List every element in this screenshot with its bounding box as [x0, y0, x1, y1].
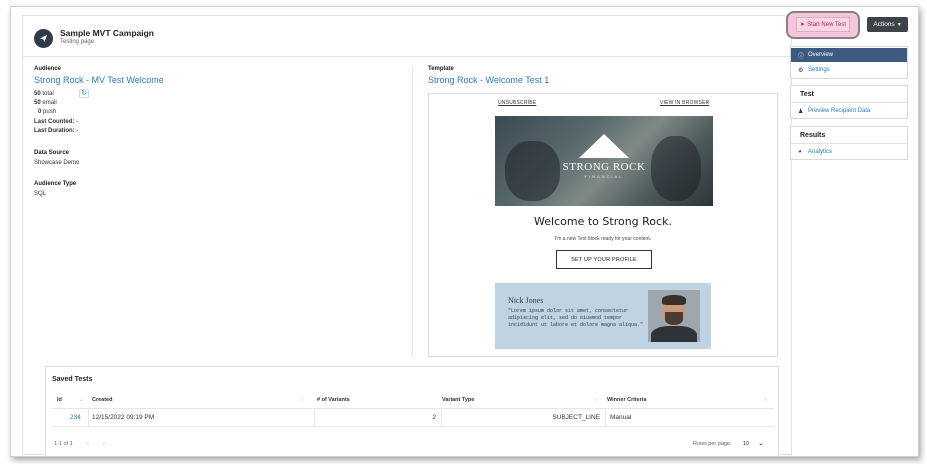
sidebar-test-group: Test ♟ Preview Recipient Data [790, 85, 908, 119]
signature-quote: "Lorem ipsum dolor sit amet, consectetur… [508, 308, 644, 328]
header-divider [23, 56, 791, 57]
col-id[interactable]: Id [57, 397, 62, 403]
refresh-icon[interactable]: ↻ [79, 89, 89, 98]
column-divider [412, 66, 413, 356]
data-source-value: Showcase Demo [34, 160, 80, 166]
actions-button[interactable]: Actions ▼ [867, 17, 908, 32]
sidebar-item-overview[interactable]: ⓘ Overview [791, 48, 907, 62]
info-circle-icon: ⓘ [798, 53, 805, 60]
rows-per-page-select[interactable]: 10 [743, 441, 749, 447]
pagination-info: 1-1 of 1 [54, 441, 73, 447]
sidebar-item-settings[interactable]: ⚙ Settings [791, 63, 907, 77]
hero-image: STRONG ROCK FINANCIAL [495, 116, 713, 206]
sort-icon[interactable]: ↑ [595, 397, 598, 403]
paper-plane-icon: ➤ [800, 22, 806, 28]
audience-total: 50 total [34, 91, 54, 97]
portrait-image [648, 290, 700, 342]
gear-icon: ⚙ [798, 67, 804, 74]
last-duration: Last Duration: - [34, 128, 79, 134]
last-counted: Last Counted: - [34, 119, 79, 125]
col-winner[interactable]: Winner Criteria [607, 397, 646, 403]
cell-id[interactable]: 234 [70, 414, 81, 421]
audience-push: 0 push [38, 109, 57, 115]
sort-icon[interactable]: ↑ [301, 397, 304, 403]
chevron-down-icon[interactable]: ⌄ [758, 439, 764, 447]
sidebar-item-analytics[interactable]: ◕ Analytics [791, 145, 907, 159]
audience-label: Audience [34, 66, 62, 72]
setup-profile-button[interactable]: SET UP YOUR PROFILE [556, 250, 652, 269]
page-subtitle: Testing page [60, 39, 95, 45]
col-created[interactable]: Created [92, 397, 112, 403]
email-heading: Welcome to Strong Rock. [534, 215, 672, 228]
sidebar-nav-group: ⓘ Overview ⚙ Settings [790, 46, 908, 79]
sort-desc-icon[interactable]: ⌄ [79, 397, 84, 403]
cell-variant-type: SUBJECT_LINE [552, 414, 600, 421]
users-icon: ♟ [798, 108, 804, 115]
app-window: Sample MVT Campaign Testing page Audienc… [10, 6, 919, 457]
mountain-logo-icon [579, 134, 629, 158]
page-title: Sample MVT Campaign [60, 28, 154, 38]
audience-type-value: SQL [34, 191, 47, 197]
brand-logo-text: STRONG ROCK [562, 161, 646, 173]
campaign-card: Sample MVT Campaign Testing page Audienc… [22, 15, 792, 456]
signature-name: Nick Jones [508, 296, 544, 305]
start-new-test-button[interactable]: ➤ Start New Test [796, 17, 850, 32]
email-preview: UNSUBSCRIBE VIEW IN BROWSER STRONG ROCK … [428, 93, 778, 357]
signature-block: Nick Jones "Lorem ipsum dolor sit amet, … [495, 283, 711, 349]
col-variants[interactable]: # of Variants [317, 397, 350, 403]
sidebar-test-header: Test [791, 87, 907, 103]
pie-chart-icon: ◕ [798, 149, 802, 155]
email-body-text: I'm a new Text block ready for your cont… [554, 236, 652, 242]
sidebar-results-header: Results [791, 128, 907, 144]
cell-variants: 2 [432, 414, 436, 421]
saved-tests-title: Saved Tests [52, 376, 93, 383]
col-variant-type[interactable]: Variant Type [442, 397, 474, 403]
cell-winner: Manual [610, 414, 632, 421]
saved-tests-panel: Saved Tests Id ⌄ Created ↑ # of Variants… [45, 366, 779, 456]
data-source-label: Data Source [34, 150, 70, 156]
prev-page-icon[interactable]: ‹ [87, 441, 89, 447]
sidebar-item-preview-recipient-data[interactable]: ♟ Preview Recipient Data [791, 104, 907, 118]
template-link[interactable]: Strong Rock - Welcome Test 1 [428, 75, 549, 85]
cell-created: 12/15/2022 09:19 PM [92, 414, 155, 421]
paper-plane-icon [34, 29, 53, 48]
audience-link[interactable]: Strong Rock - MV Test Welcome [34, 75, 164, 85]
sidebar-results-group: Results ◕ Analytics [790, 126, 908, 160]
sort-icon[interactable]: ↑ [764, 397, 767, 403]
brand-logo-subtext: FINANCIAL [584, 174, 624, 179]
view-in-browser-link[interactable]: VIEW IN BROWSER [660, 100, 709, 106]
audience-email: 50 email [34, 100, 57, 106]
next-page-icon[interactable]: › [103, 441, 105, 447]
template-label: Template [428, 66, 454, 72]
table-row[interactable]: 234 12/15/2022 09:19 PM 2 SUBJECT_LINE M… [52, 409, 774, 427]
audience-type-label: Audience Type [34, 181, 77, 187]
caret-down-icon: ▼ [896, 21, 902, 28]
rows-per-page-label: Rows per page: [693, 441, 732, 447]
unsubscribe-link[interactable]: UNSUBSCRIBE [498, 100, 536, 106]
